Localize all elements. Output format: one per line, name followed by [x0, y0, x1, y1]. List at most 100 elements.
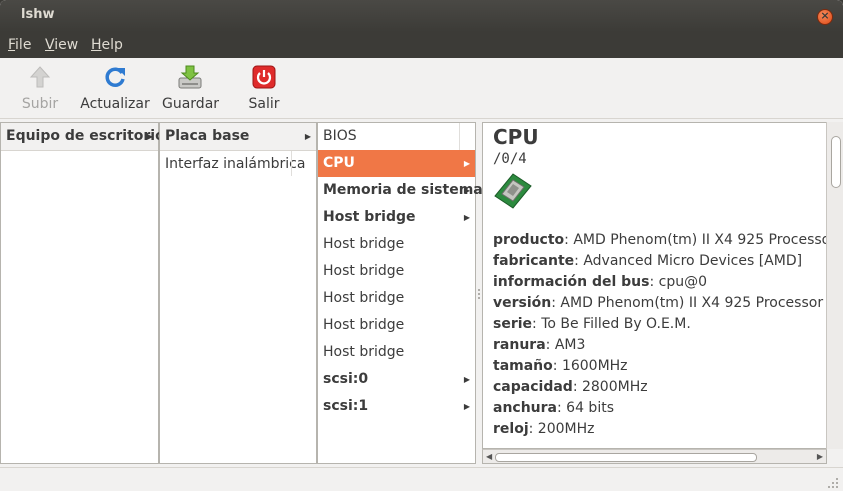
refresh-button[interactable]: Actualizar — [80, 64, 150, 112]
column-divider — [459, 123, 460, 150]
list-item-label: Memoria de sistema — [323, 182, 483, 198]
resize-grip-icon[interactable] — [827, 477, 839, 489]
property-key: capacidad — [493, 379, 573, 395]
list-item-label: Equipo de escritorio — [6, 128, 165, 144]
pane-splitter[interactable] — [477, 122, 481, 464]
property-key: ranura — [493, 337, 546, 353]
property-value: To Be Filled By O.E.M. — [541, 316, 691, 332]
property-key: versión — [493, 295, 552, 311]
close-button[interactable]: × — [817, 9, 833, 25]
save-icon — [177, 64, 203, 90]
chevron-right-icon: ▶ — [463, 159, 470, 168]
list-item-bios[interactable]: BIOS — [318, 123, 475, 150]
property-row: ranura: AM3 — [493, 337, 586, 353]
column-2: Placa base ▶ Interfaz inalámbrica — [159, 122, 317, 464]
property-key: producto — [493, 232, 565, 248]
property-value: cpu@0 — [658, 274, 708, 290]
property-key: anchura — [493, 400, 557, 416]
column-divider — [291, 151, 292, 176]
list-item-host-bridge[interactable]: Host bridge — [318, 258, 475, 285]
list-item-desktop[interactable]: Equipo de escritorio ▶ — [1, 123, 165, 151]
title-bar[interactable]: lshw × — [0, 0, 843, 32]
list-item-scsi-0[interactable]: scsi:0 ▶ — [318, 366, 475, 393]
property-row: serie: To Be Filled By O.E.M. — [493, 316, 691, 332]
property-row: versión: AMD Phenom(tm) II X4 925 Proces… — [493, 295, 824, 311]
property-value: 64 bits — [566, 400, 614, 416]
list-item-motherboard[interactable]: Placa base ▶ — [160, 123, 316, 151]
list-item-label: BIOS — [323, 128, 357, 144]
column-1: Equipo de escritorio ▶ — [0, 122, 165, 464]
horizontal-scroll-thumb[interactable] — [495, 453, 757, 462]
vertical-scroll-thumb[interactable] — [831, 136, 841, 188]
list-item-host-bridge[interactable]: Host bridge ▶ — [318, 204, 475, 231]
up-button[interactable]: Subir — [20, 64, 60, 112]
scroll-left-icon[interactable]: ◀ — [486, 452, 492, 461]
refresh-icon — [102, 64, 128, 90]
scroll-right-icon[interactable]: ▶ — [817, 452, 823, 461]
vertical-scrollbar[interactable] — [826, 122, 843, 449]
chevron-right-icon: ▶ — [304, 132, 311, 141]
menu-view[interactable]: View — [45, 37, 78, 53]
chevron-right-icon: ▶ — [463, 186, 470, 195]
list-item-host-bridge[interactable]: Host bridge — [318, 312, 475, 339]
property-value: 1600MHz — [561, 358, 628, 374]
column-3: BIOS CPU ▶ Memoria de sistema ▶ Host bridg… — [317, 122, 483, 464]
arrow-up-icon — [27, 64, 53, 90]
list-item-cpu[interactable]: CPU ▶ — [318, 150, 475, 177]
property-key: tamaño — [493, 358, 553, 374]
detail-title: CPU — [493, 125, 539, 149]
list-item-scsi-1[interactable]: scsi:1 ▶ — [318, 393, 475, 420]
menu-help[interactable]: Help — [91, 37, 123, 53]
property-value: 2800MHz — [581, 379, 648, 395]
detail-pane: CPU /0/4 producto: AMD Phenom(tm) II X4 … — [482, 122, 827, 449]
list-item-host-bridge[interactable]: Host bridge — [318, 231, 475, 258]
property-key: serie — [493, 316, 533, 332]
menu-file[interactable]: File — [8, 37, 31, 53]
property-value: AM3 — [554, 337, 586, 353]
save-button[interactable]: Guardar — [162, 64, 220, 112]
property-value: Advanced Micro Devices [AMD] — [583, 253, 803, 269]
list-item-label: scsi:0 — [323, 371, 369, 387]
status-bar — [0, 467, 843, 491]
list-item-wireless[interactable]: Interfaz inalámbrica — [160, 151, 316, 178]
list-item-memory[interactable]: Memoria de sistema ▶ — [318, 177, 483, 204]
list-item-label: Host bridge — [323, 290, 405, 306]
toolbar: Subir Actualizar Guardar Salir — [0, 58, 843, 119]
quit-button[interactable]: Salir — [244, 64, 284, 112]
window-title: lshw — [21, 7, 55, 22]
cpu-chip-icon — [493, 172, 533, 214]
property-key: fabricante — [493, 253, 575, 269]
chevron-right-icon: ▶ — [463, 375, 470, 384]
menu-bar: File View Help — [0, 32, 843, 58]
list-item-host-bridge[interactable]: Host bridge — [318, 339, 475, 366]
detail-path: /0/4 — [493, 151, 527, 167]
property-value: 200MHz — [537, 421, 595, 437]
save-label: Guardar — [162, 96, 220, 112]
property-row: información del bus: cpu@0 — [493, 274, 708, 290]
list-item-label: Host bridge — [323, 344, 405, 360]
list-item-label: Host bridge — [323, 317, 405, 333]
list-item-host-bridge[interactable]: Host bridge — [318, 285, 475, 312]
property-row: tamaño: 1600MHz — [493, 358, 628, 374]
close-icon: × — [820, 9, 830, 22]
chevron-right-icon: ▶ — [146, 132, 153, 141]
property-row: reloj: 200MHz — [493, 421, 595, 437]
lshw-window: lshw × File View Help Subir Actualizar G… — [0, 0, 843, 491]
property-row: producto: AMD Phenom(tm) II X4 925 Proce… — [493, 230, 827, 251]
chevron-right-icon: ▶ — [463, 213, 470, 222]
property-value: AMD Phenom(tm) II X4 925 Processor — [560, 295, 824, 311]
horizontal-scrollbar[interactable]: ◀ ▶ — [482, 449, 827, 464]
properties-list: producto: AMD Phenom(tm) II X4 925 Proce… — [493, 230, 827, 440]
list-item-label: CPU — [323, 155, 355, 171]
property-row: fabricante: Advanced Micro Devices [AMD] — [493, 253, 803, 269]
list-item-label: Host bridge — [323, 263, 405, 279]
refresh-label: Actualizar — [80, 96, 150, 112]
list-item-label: Interfaz inalámbrica — [165, 156, 306, 172]
chevron-right-icon: ▶ — [463, 402, 470, 411]
property-value: AMD Phenom(tm) II X4 925 Processor — [573, 232, 827, 248]
quit-label: Salir — [248, 96, 280, 112]
property-row: capacidad: 2800MHz — [493, 379, 648, 395]
list-item-label: Placa base — [165, 128, 250, 144]
up-label: Subir — [21, 96, 59, 112]
property-key: reloj — [493, 421, 529, 437]
